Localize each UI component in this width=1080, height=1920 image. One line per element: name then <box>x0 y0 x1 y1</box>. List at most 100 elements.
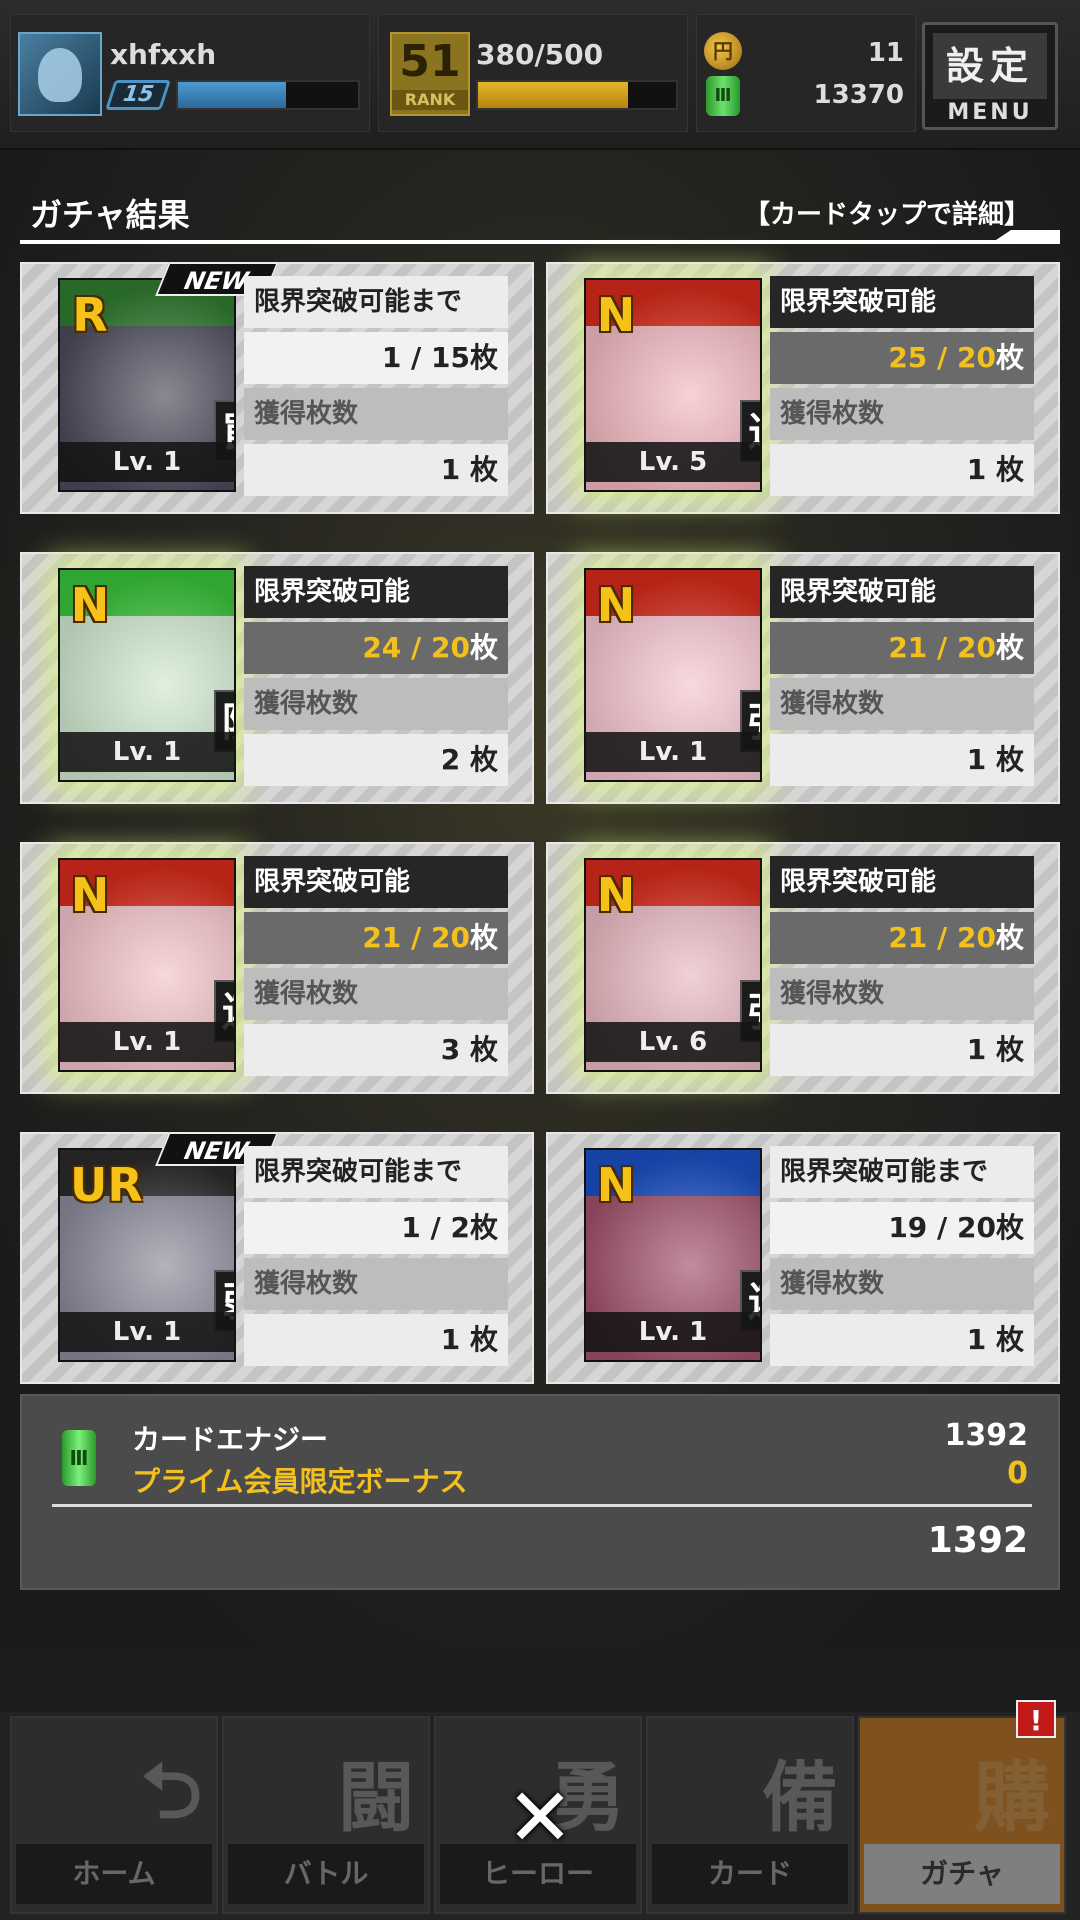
nav-label: ガチャ <box>864 1844 1060 1904</box>
limit-break-value: 1 / 15枚 <box>244 332 508 384</box>
result-card[interactable]: N 強 Lv. 1 限界突破可能 21 / 20枚 獲得枚数 1 枚 <box>546 552 1060 804</box>
result-card[interactable]: N 強 Lv. 6 限界突破可能 21 / 20枚 獲得枚数 1 枚 <box>546 842 1060 1094</box>
title-underline <box>20 240 1060 244</box>
limit-break-label: 限界突破可能 <box>244 566 508 618</box>
obtained-count-value: 1 枚 <box>244 1314 508 1366</box>
obtained-count: 1 <box>440 1323 461 1356</box>
limit-break-label: 限界突破可能 <box>770 566 1034 618</box>
card-energy-label: カードエナジー <box>132 1423 329 1456</box>
player-avatar[interactable] <box>18 32 102 116</box>
nav-battle-icon: 闘 <box>338 1753 414 1842</box>
unit-label: 枚 <box>995 743 1024 776</box>
obtained-count-value: 1 枚 <box>244 444 508 496</box>
menu-label: MENU <box>947 100 1033 125</box>
prime-bonus-label: プライム会員限定ボーナス <box>132 1465 468 1498</box>
card-level: Lv. 5 <box>584 442 762 482</box>
limit-break-value: 24 / 20枚 <box>244 622 508 674</box>
obtained-count-label: 獲得枚数 <box>244 678 508 730</box>
coin-icon: 円 <box>704 32 742 70</box>
nav-label: バトル <box>228 1844 424 1904</box>
obtained-count: 1 <box>966 1323 987 1356</box>
result-card[interactable]: UR 弱 Lv. 1 NEW 限界突破可能まで 1 / 2枚 獲得枚数 1 枚 <box>20 1132 534 1384</box>
rarity-badge: R <box>72 288 108 342</box>
unit-label: 枚 <box>469 743 498 776</box>
limit-break-count: 24 / 20 <box>362 631 470 664</box>
rarity-badge: N <box>596 868 636 922</box>
rank-progress-text: 380/500 <box>476 38 604 71</box>
limit-break-count: 21 / 20 <box>362 921 470 954</box>
rank-icon: 51 RANK <box>390 32 470 116</box>
coin-count: 11 <box>867 38 904 68</box>
card-level: Lv. 1 <box>58 732 236 772</box>
player-level-badge: 15 <box>105 80 171 110</box>
limit-break-label: 限界突破可能まで <box>244 1146 508 1198</box>
status-header: xhfxxh 15 51 RANK 380/500 円 11 Ⅲ 13370 設… <box>0 0 1080 150</box>
card-energy-icon: Ⅲ <box>706 76 740 116</box>
obtained-count: 2 <box>440 743 461 776</box>
result-card[interactable]: N 連 Lv. 1 限界突破可能まで 19 / 20枚 獲得枚数 1 枚 <box>546 1132 1060 1384</box>
experience-fill <box>178 82 286 108</box>
unit-label: 枚 <box>469 1323 498 1356</box>
obtained-count: 3 <box>440 1033 461 1066</box>
nav-battle-button[interactable]: 闘 バトル <box>222 1716 430 1914</box>
nav-gacha-icon: 購 <box>974 1753 1050 1842</box>
card-energy-value: 1392 <box>944 1418 1029 1453</box>
result-card[interactable]: R 罠 Lv. 1 NEW 限界突破可能まで 1 / 15枚 獲得枚数 1 枚 <box>20 262 534 514</box>
player-name: xhfxxh <box>110 38 217 71</box>
obtained-count-label: 獲得枚数 <box>770 388 1034 440</box>
unit-label: 枚 <box>995 921 1024 954</box>
obtained-count-value: 1 枚 <box>770 1314 1034 1366</box>
card-level: Lv. 1 <box>584 1312 762 1352</box>
rarity-badge: N <box>596 578 636 632</box>
unit-label: 枚 <box>995 1211 1024 1244</box>
limit-break-label: 限界突破可能 <box>244 856 508 908</box>
prime-bonus-value: 0 <box>1007 1456 1028 1491</box>
unit-label: 枚 <box>469 341 498 374</box>
obtained-count-value: 1 枚 <box>770 734 1034 786</box>
obtained-count-label: 獲得枚数 <box>244 388 508 440</box>
alert-icon: ! <box>1016 1700 1056 1738</box>
unit-label: 枚 <box>995 631 1024 664</box>
rank-progress-fill <box>478 82 629 108</box>
result-card[interactable]: N 近 Lv. 5 限界突破可能 25 / 20枚 獲得枚数 1 枚 <box>546 262 1060 514</box>
nav-label: カード <box>652 1844 848 1904</box>
obtained-count-value: 2 枚 <box>244 734 508 786</box>
rank-label: RANK <box>392 90 468 110</box>
limit-break-count: 21 / 20 <box>888 921 996 954</box>
obtained-count-value: 1 枚 <box>770 444 1034 496</box>
limit-break-value: 21 / 20枚 <box>770 912 1034 964</box>
unit-label: 枚 <box>469 1211 498 1244</box>
limit-break-value: 1 / 2枚 <box>244 1202 508 1254</box>
experience-bar <box>176 80 360 110</box>
obtained-count-value: 1 枚 <box>770 1024 1034 1076</box>
rarity-badge: UR <box>70 1158 143 1212</box>
limit-break-label: 限界突破可能 <box>770 276 1034 328</box>
limit-break-value: 25 / 20枚 <box>770 332 1034 384</box>
nav-gacha-button[interactable]: 購 ガチャ <box>858 1716 1066 1914</box>
energy-total: 1392 <box>927 1520 1028 1561</box>
obtained-count-label: 獲得枚数 <box>770 1258 1034 1310</box>
page-title: ガチャ結果 <box>30 196 190 234</box>
obtained-count-label: 獲得枚数 <box>770 678 1034 730</box>
result-card[interactable]: N 連 Lv. 1 限界突破可能 21 / 20枚 獲得枚数 3 枚 <box>20 842 534 1094</box>
limit-break-value: 19 / 20枚 <box>770 1202 1034 1254</box>
rank-progress-bar <box>476 80 678 110</box>
limit-break-label: 限界突破可能 <box>770 856 1034 908</box>
unit-label: 枚 <box>995 341 1024 374</box>
nav-home-button[interactable]: ⮌ ホーム <box>10 1716 218 1914</box>
limit-break-count: 19 / 20 <box>888 1211 996 1244</box>
obtained-count-value: 3 枚 <box>244 1024 508 1076</box>
close-button[interactable]: ✕ <box>500 1778 580 1858</box>
result-card[interactable]: N 防 Lv. 1 限界突破可能 24 / 20枚 獲得枚数 2 枚 <box>20 552 534 804</box>
nav-card-button[interactable]: 備 カード <box>646 1716 854 1914</box>
unit-label: 枚 <box>995 1033 1024 1066</box>
unit-label: 枚 <box>995 1323 1024 1356</box>
unit-label: 枚 <box>469 1033 498 1066</box>
settings-menu-button[interactable]: 設定 MENU <box>922 22 1058 130</box>
obtained-count: 1 <box>966 743 987 776</box>
unit-label: 枚 <box>469 631 498 664</box>
obtained-count: 1 <box>966 453 987 486</box>
energy-summary: Ⅲ カードエナジー プライム会員限定ボーナス 1392 0 1392 <box>20 1394 1060 1590</box>
rank-number: 51 <box>399 36 461 87</box>
obtained-count-label: 獲得枚数 <box>244 1258 508 1310</box>
